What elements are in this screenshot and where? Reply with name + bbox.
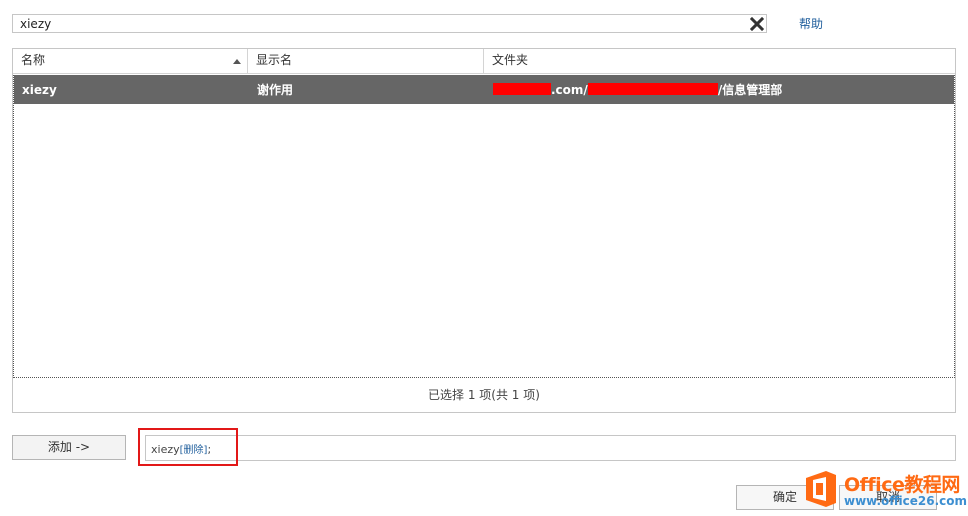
cell-name: xiezy bbox=[22, 83, 57, 97]
search-box bbox=[12, 14, 767, 33]
sort-ascending-icon bbox=[233, 59, 241, 64]
delete-recipient-link[interactable]: [删除] bbox=[180, 445, 208, 456]
add-button[interactable]: 添加 -> bbox=[12, 435, 126, 460]
recipients-field[interactable]: xiezy[删除]; bbox=[145, 435, 956, 461]
column-header-name[interactable]: 名称 bbox=[13, 49, 248, 73]
cell-display-name: 谢作用 bbox=[257, 83, 294, 97]
redaction-mark bbox=[587, 83, 718, 95]
close-icon bbox=[749, 16, 764, 31]
search-input[interactable] bbox=[13, 15, 749, 32]
recipient-separator: ; bbox=[207, 443, 212, 456]
folder-text: .com/ bbox=[551, 83, 588, 97]
recipient-name: xiezy bbox=[151, 443, 180, 456]
column-header-label: 文件夹 bbox=[492, 53, 529, 67]
column-header-label: 名称 bbox=[21, 53, 46, 67]
clear-search-button[interactable] bbox=[748, 15, 765, 32]
table-body[interactable]: xiezy 谢作用 .com/ /信息管理部 bbox=[13, 75, 955, 378]
results-panel: 名称 显示名 文件夹 xiezy 谢作用 .com/ /信息管理部 已选择 1 项… bbox=[12, 48, 956, 413]
folder-text: /信息管理部 bbox=[717, 83, 783, 97]
help-link[interactable]: 帮助 bbox=[799, 15, 823, 32]
column-header-folder[interactable]: 文件夹 bbox=[484, 49, 955, 73]
watermark-title: Office教程网 bbox=[844, 474, 960, 496]
watermark: Office教程网 www.office26.com bbox=[800, 468, 968, 516]
table-row[interactable]: xiezy 谢作用 .com/ /信息管理部 bbox=[14, 75, 954, 104]
column-header-label: 显示名 bbox=[256, 53, 293, 67]
office-logo-icon bbox=[806, 471, 836, 507]
column-header-display-name[interactable]: 显示名 bbox=[248, 49, 484, 73]
table-header: 名称 显示名 文件夹 bbox=[13, 49, 955, 74]
redaction-mark bbox=[493, 83, 551, 95]
watermark-url: www.office26.com bbox=[844, 494, 968, 508]
selection-status: 已选择 1 项(共 1 项) bbox=[428, 388, 540, 402]
cell-folder: .com/ /信息管理部 bbox=[485, 75, 782, 104]
